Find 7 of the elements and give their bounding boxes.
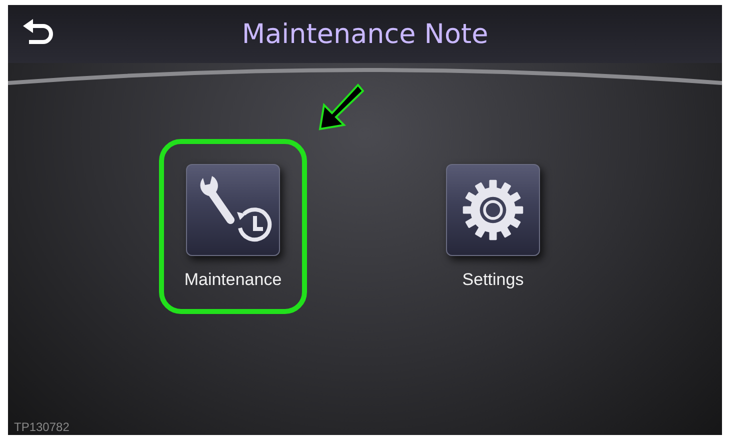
figure-code: TP130782: [14, 420, 70, 434]
screen-title: Maintenance Note: [242, 18, 488, 50]
menu-item[interactable]: Maintenance: [159, 139, 307, 314]
settings-icon: [461, 178, 525, 242]
back-icon: [21, 18, 55, 46]
menu-item[interactable]: Settings: [419, 139, 567, 314]
pointer-arrow: [318, 83, 364, 131]
